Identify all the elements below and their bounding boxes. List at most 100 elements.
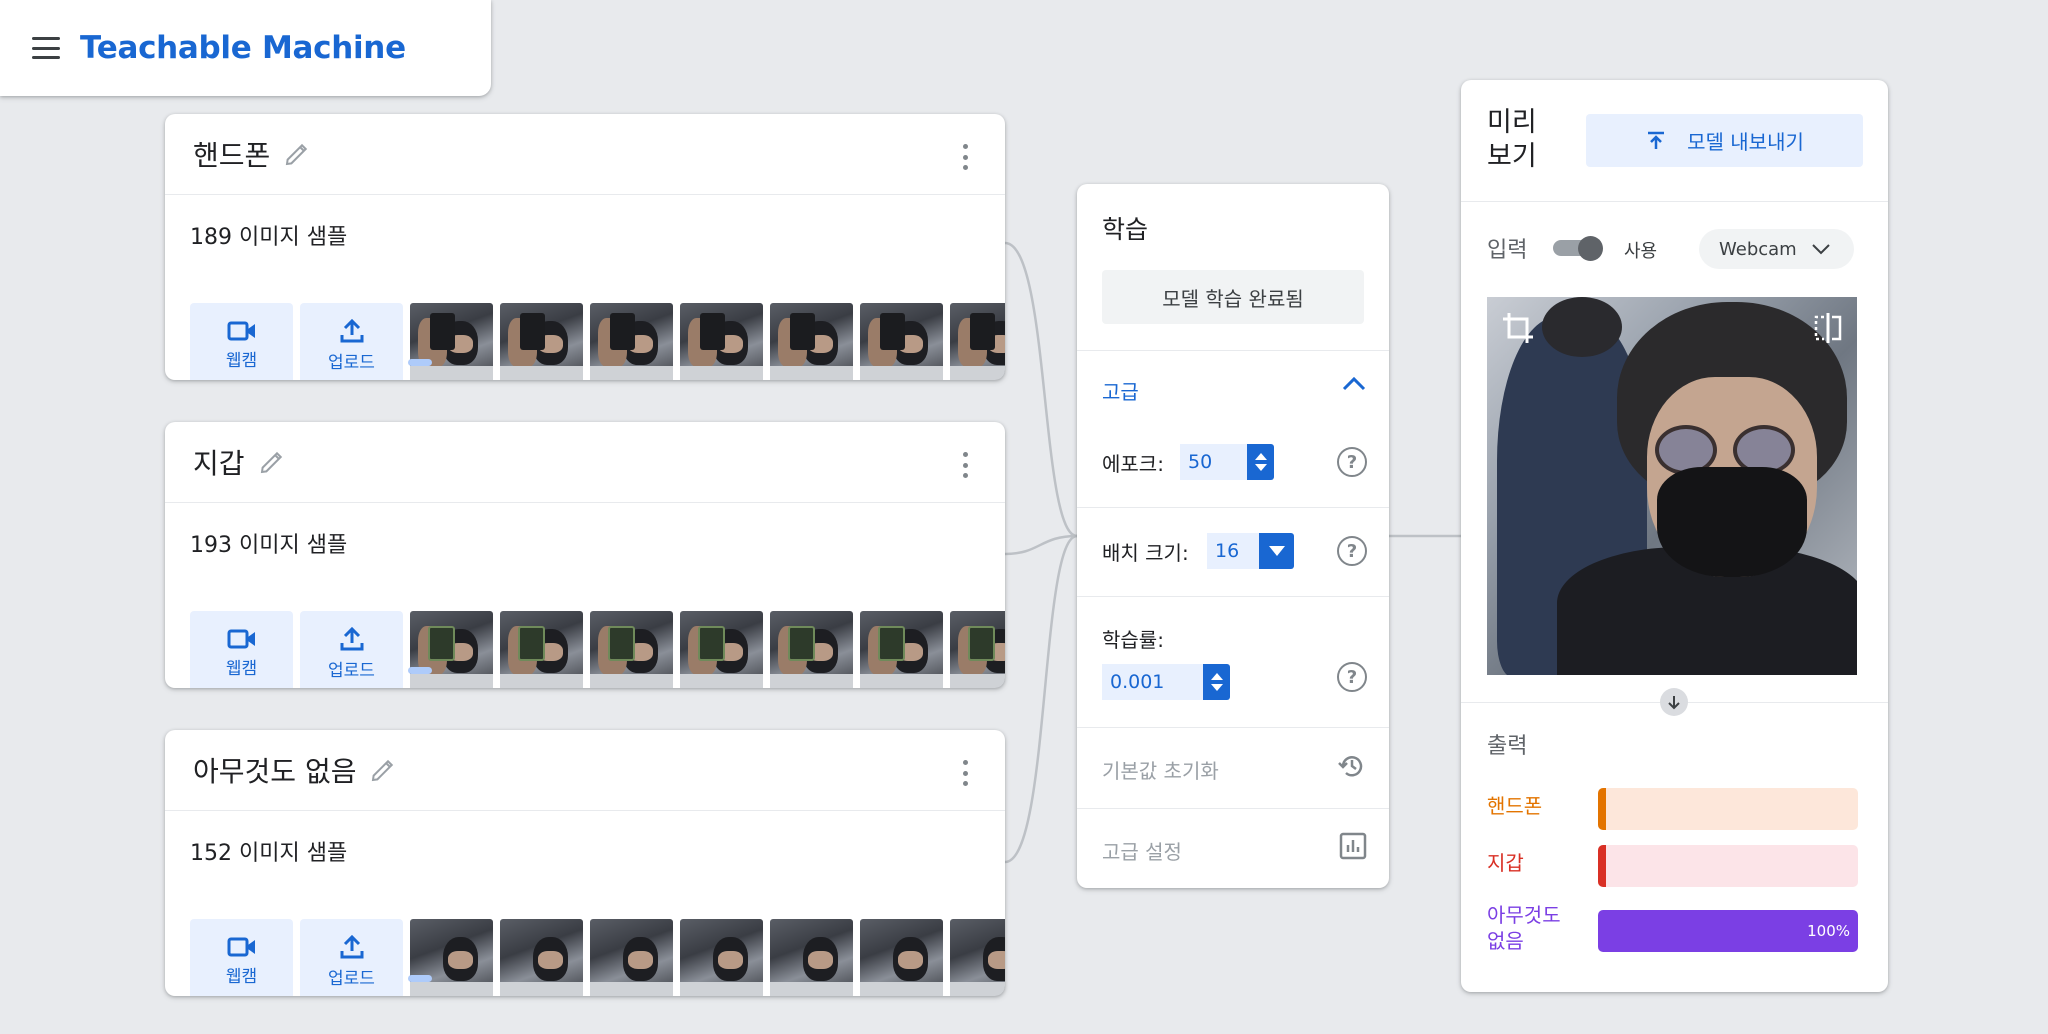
more-options-icon[interactable] bbox=[963, 760, 969, 786]
input-toggle[interactable] bbox=[1553, 236, 1603, 261]
upload-icon bbox=[340, 318, 363, 342]
epochs-stepper[interactable]: 50 bbox=[1180, 444, 1274, 480]
divider bbox=[1077, 350, 1389, 351]
export-model-button[interactable]: 모델 내보내기 bbox=[1586, 114, 1863, 167]
sample-thumbnail[interactable] bbox=[770, 303, 853, 380]
help-icon[interactable]: ? bbox=[1337, 662, 1367, 692]
more-options-icon[interactable] bbox=[963, 144, 969, 170]
sample-thumbnail[interactable] bbox=[590, 919, 673, 996]
webcam-preview bbox=[1487, 297, 1857, 675]
sample-strip: 웹캠 업로드 bbox=[190, 611, 1005, 688]
confidence-bar bbox=[1598, 845, 1858, 887]
sample-count: 152 이미지 샘플 bbox=[190, 841, 348, 866]
stepper-arrows-icon[interactable] bbox=[1203, 664, 1230, 700]
sample-count: 193 이미지 샘플 bbox=[190, 533, 348, 558]
sample-thumbnail[interactable] bbox=[860, 303, 943, 380]
sample-thumbnail[interactable] bbox=[860, 919, 943, 996]
webcam-button[interactable]: 웹캠 bbox=[190, 303, 293, 380]
arrow-down-icon bbox=[1660, 688, 1688, 716]
sample-thumbnail[interactable] bbox=[410, 611, 493, 688]
sample-thumbnail[interactable] bbox=[860, 611, 943, 688]
edit-pencil-icon[interactable] bbox=[257, 447, 287, 477]
sample-thumbnail[interactable] bbox=[680, 303, 763, 380]
webcam-button[interactable]: 웹캠 bbox=[190, 611, 293, 688]
video-camera-icon bbox=[227, 321, 255, 340]
preview-panel: 미리 보기 모델 내보내기 입력 사용 Webcam 출력 핸드폰 지갑 아무것… bbox=[1461, 80, 1888, 992]
sample-thumbnail[interactable] bbox=[950, 303, 1005, 380]
flip-icon[interactable] bbox=[1813, 311, 1843, 345]
bar-chart-icon[interactable] bbox=[1339, 832, 1367, 860]
scrollbar-thumb[interactable] bbox=[408, 667, 432, 674]
edit-pencil-icon[interactable] bbox=[368, 755, 398, 785]
divider bbox=[1077, 727, 1389, 728]
batch-size-value[interactable]: 16 bbox=[1207, 533, 1259, 569]
class-name[interactable]: 핸드폰 bbox=[193, 134, 270, 174]
class-card-1: 지갑 193 이미지 샘플 웹캠 업로드 bbox=[165, 422, 1005, 688]
sample-thumbnail[interactable] bbox=[680, 919, 763, 996]
confidence-fill: 100% bbox=[1598, 910, 1858, 952]
app-title[interactable]: Teachable Machine bbox=[80, 30, 406, 66]
sample-thumbnail[interactable] bbox=[590, 611, 673, 688]
video-camera-icon bbox=[227, 937, 255, 956]
learning-rate-stepper[interactable]: 0.001 bbox=[1102, 664, 1230, 700]
more-options-icon[interactable] bbox=[963, 452, 969, 478]
class-header: 지갑 bbox=[165, 422, 1005, 503]
advanced-toggle[interactable]: 고급 bbox=[1102, 376, 1139, 405]
class-card-2: 아무것도 없음 152 이미지 샘플 웹캠 업로드 bbox=[165, 730, 1005, 996]
confidence-fill bbox=[1598, 845, 1606, 887]
scrollbar-thumb[interactable] bbox=[408, 975, 432, 982]
input-source-select[interactable]: Webcam bbox=[1699, 229, 1854, 269]
class-name[interactable]: 아무것도 없음 bbox=[193, 750, 356, 790]
hamburger-menu-icon[interactable] bbox=[32, 37, 60, 59]
upload-icon bbox=[340, 626, 363, 650]
sample-thumbnail[interactable] bbox=[950, 919, 1005, 996]
sample-thumbnail[interactable] bbox=[410, 303, 493, 380]
advanced-settings-button[interactable]: 고급 설정 bbox=[1102, 836, 1182, 865]
upload-button[interactable]: 업로드 bbox=[300, 303, 403, 380]
learning-rate-label: 학습률: bbox=[1102, 628, 1164, 652]
batch-size-label: 배치 크기: bbox=[1102, 541, 1189, 565]
upload-button[interactable]: 업로드 bbox=[300, 919, 403, 996]
class-card-0: 핸드폰 189 이미지 샘플 웹캠 업로드 bbox=[165, 114, 1005, 380]
chevron-up-icon[interactable] bbox=[1341, 374, 1367, 392]
batch-size-select[interactable]: 16 bbox=[1207, 533, 1294, 569]
sample-thumbnail[interactable] bbox=[680, 611, 763, 688]
sample-thumbnail[interactable] bbox=[500, 919, 583, 996]
confidence-fill bbox=[1598, 788, 1606, 830]
history-icon[interactable] bbox=[1337, 751, 1367, 781]
epochs-value[interactable]: 50 bbox=[1180, 444, 1247, 480]
sample-thumbnail[interactable] bbox=[500, 303, 583, 380]
webcam-label: 웹캠 bbox=[225, 658, 258, 679]
sample-thumbnail[interactable] bbox=[770, 919, 853, 996]
app-header: Teachable Machine bbox=[0, 0, 491, 96]
epochs-label: 에포크: bbox=[1102, 452, 1164, 476]
upload-button[interactable]: 업로드 bbox=[300, 611, 403, 688]
output-class-label: 핸드폰 bbox=[1487, 794, 1543, 818]
sample-thumbnail[interactable] bbox=[590, 303, 673, 380]
sample-strip: 웹캠 업로드 bbox=[190, 919, 1005, 996]
learning-rate-value[interactable]: 0.001 bbox=[1102, 664, 1203, 700]
webcam-label: 웹캠 bbox=[225, 350, 258, 371]
upload-label: 업로드 bbox=[328, 968, 375, 989]
class-name[interactable]: 지갑 bbox=[193, 442, 245, 482]
output-label: 출력 bbox=[1487, 734, 1528, 759]
input-label: 입력 bbox=[1487, 238, 1528, 263]
sample-thumbnail[interactable] bbox=[770, 611, 853, 688]
sample-thumbnail[interactable] bbox=[950, 611, 1005, 688]
training-title: 학습 bbox=[1102, 215, 1149, 244]
sample-thumbnail[interactable] bbox=[500, 611, 583, 688]
video-camera-icon bbox=[227, 629, 255, 648]
edit-pencil-icon[interactable] bbox=[282, 139, 312, 169]
crop-icon[interactable] bbox=[1501, 311, 1535, 345]
webcam-button[interactable]: 웹캠 bbox=[190, 919, 293, 996]
train-model-button[interactable]: 모델 학습 완료됨 bbox=[1102, 270, 1364, 324]
help-icon[interactable]: ? bbox=[1337, 447, 1367, 477]
dropdown-arrow-icon[interactable] bbox=[1259, 533, 1294, 569]
output-class-label: 아무것도 없음 bbox=[1487, 903, 1561, 953]
scrollbar-thumb[interactable] bbox=[408, 359, 432, 366]
reset-defaults-button[interactable]: 기본값 초기화 bbox=[1102, 755, 1219, 784]
stepper-arrows-icon[interactable] bbox=[1247, 444, 1274, 480]
chevron-down-icon bbox=[1812, 244, 1830, 255]
sample-thumbnail[interactable] bbox=[410, 919, 493, 996]
help-icon[interactable]: ? bbox=[1337, 536, 1367, 566]
